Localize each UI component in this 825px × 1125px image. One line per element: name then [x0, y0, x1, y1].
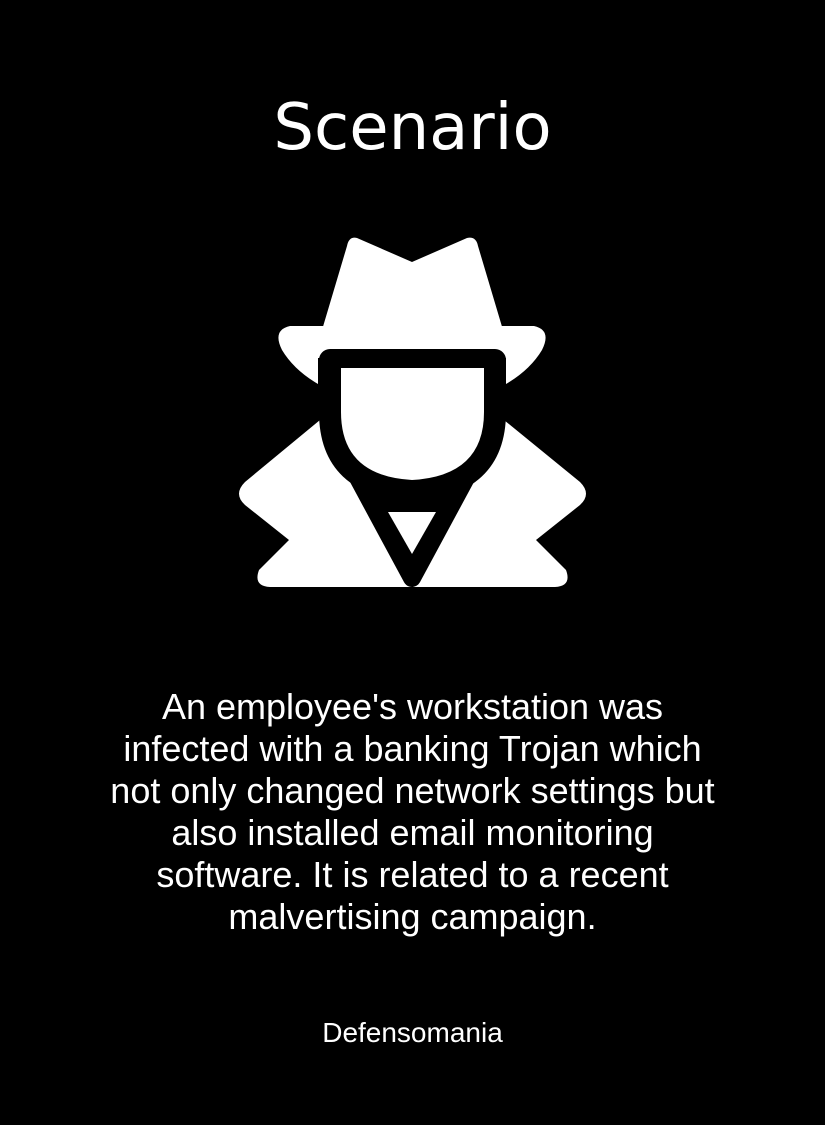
card-title: Scenario — [273, 91, 552, 165]
brand-footer: Defensomania — [322, 1017, 503, 1048]
spy-icon — [230, 230, 595, 595]
scenario-description: An employee's workstation was infected w… — [110, 686, 715, 937]
scenario-card: Scenario An employee's workstation was i… — [0, 0, 825, 1125]
